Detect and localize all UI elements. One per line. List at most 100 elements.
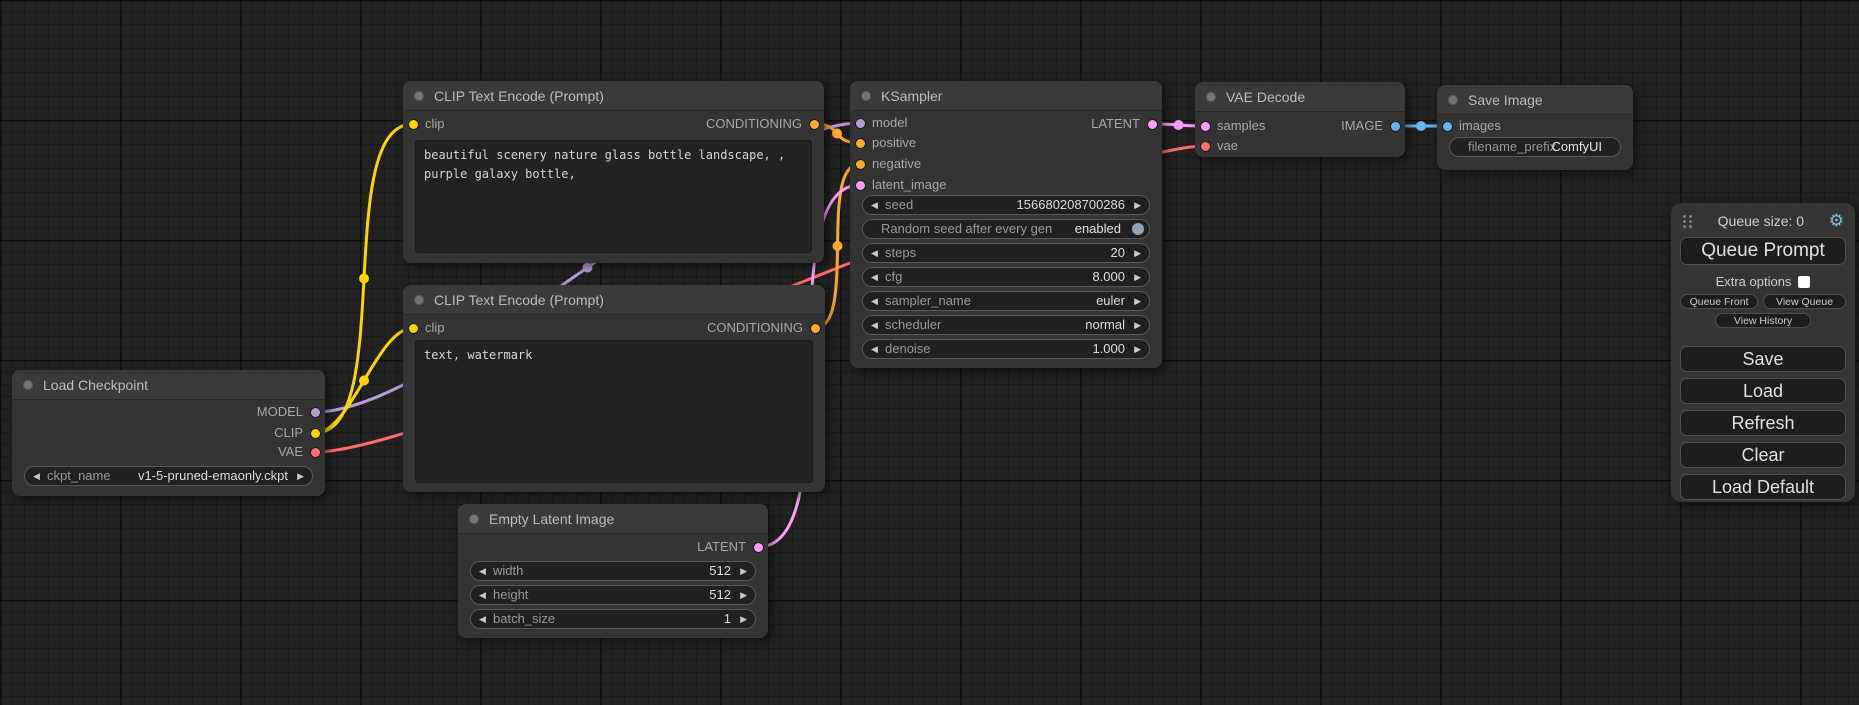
node-vae-decode[interactable]: VAE DecodesamplesvaeIMAGE <box>1195 82 1405 157</box>
decrement-arrow-icon[interactable]: ◀ <box>871 340 878 358</box>
input-slot-icon[interactable] <box>1201 122 1210 131</box>
load-default-button[interactable]: Load Default <box>1680 474 1846 500</box>
view-queue-button[interactable]: View Queue <box>1763 294 1846 309</box>
drag-handle-icon[interactable] <box>1682 214 1693 229</box>
output-slot-icon[interactable] <box>1148 120 1157 129</box>
output-port-conditioning[interactable]: CONDITIONING <box>572 318 825 338</box>
collapse-dot-icon[interactable] <box>861 91 871 101</box>
node-titlebar[interactable]: KSampler <box>850 81 1162 111</box>
widget-random-seed-after-every-gen[interactable]: Random seed after every genenabled <box>862 219 1150 239</box>
output-port-model[interactable]: MODEL <box>137 402 325 422</box>
increment-arrow-icon[interactable]: ▶ <box>1134 196 1141 214</box>
node-clip-text-encode-positive[interactable]: CLIP Text Encode (Prompt)clipCONDITIONIN… <box>403 81 824 263</box>
save-button[interactable]: Save <box>1680 346 1846 372</box>
widget-sampler-name[interactable]: ◀▶sampler_nameeuler <box>862 291 1150 311</box>
decrement-arrow-icon[interactable]: ◀ <box>871 244 878 262</box>
decrement-arrow-icon[interactable]: ◀ <box>871 292 878 310</box>
toggle-on-icon[interactable] <box>1132 223 1144 235</box>
gear-icon[interactable]: ⚙ <box>1829 214 1844 228</box>
clear-button[interactable]: Clear <box>1680 442 1846 468</box>
decrement-arrow-icon[interactable]: ◀ <box>33 467 40 485</box>
input-port-negative[interactable]: negative <box>850 154 1037 174</box>
widget-denoise[interactable]: ◀▶denoise1.000 <box>862 339 1150 359</box>
node-titlebar[interactable]: Load Checkpoint <box>12 370 325 400</box>
node-load-checkpoint[interactable]: Load CheckpointMODELCLIPVAE◀▶ckpt_namev1… <box>12 370 325 496</box>
output-slot-icon[interactable] <box>1391 122 1400 131</box>
widget-batch-size[interactable]: ◀▶batch_size1 <box>470 609 756 629</box>
output-slot-icon[interactable] <box>311 448 320 457</box>
output-port-vae[interactable]: VAE <box>137 442 325 462</box>
queue-prompt-button[interactable]: Queue Prompt <box>1680 237 1846 265</box>
decrement-arrow-icon[interactable]: ◀ <box>871 316 878 334</box>
collapse-dot-icon[interactable] <box>23 380 33 390</box>
input-port-positive[interactable]: positive <box>850 133 1037 153</box>
collapse-dot-icon[interactable] <box>469 514 479 524</box>
output-slot-icon[interactable] <box>311 408 320 417</box>
widget-ckpt-name[interactable]: ◀▶ckpt_namev1-5-pruned-emaonly.ckpt <box>24 466 313 486</box>
decrement-arrow-icon[interactable]: ◀ <box>871 268 878 286</box>
widget-scheduler[interactable]: ◀▶schedulernormal <box>862 315 1150 335</box>
node-titlebar[interactable]: VAE Decode <box>1195 82 1405 112</box>
collapse-dot-icon[interactable] <box>414 295 424 305</box>
node-titlebar[interactable]: CLIP Text Encode (Prompt) <box>403 81 824 111</box>
node-ksampler[interactable]: KSamplermodelpositivenegativelatent_imag… <box>850 81 1162 368</box>
comfyui-canvas[interactable]: { "canvas": {"width": 1859, "height": 70… <box>0 0 1859 705</box>
output-port-latent[interactable]: LATENT <box>582 537 768 557</box>
node-titlebar[interactable]: CLIP Text Encode (Prompt) <box>403 285 825 315</box>
input-slot-icon[interactable] <box>856 119 865 128</box>
decrement-arrow-icon[interactable]: ◀ <box>479 562 486 580</box>
input-slot-icon[interactable] <box>1201 142 1210 151</box>
widget-width[interactable]: ◀▶width512 <box>470 561 756 581</box>
collapse-dot-icon[interactable] <box>414 91 424 101</box>
output-slot-icon[interactable] <box>754 543 763 552</box>
increment-arrow-icon[interactable]: ▶ <box>1134 244 1141 262</box>
widget-seed[interactable]: ◀▶seed156680208700286 <box>862 195 1150 215</box>
output-port-conditioning[interactable]: CONDITIONING <box>571 114 824 134</box>
output-slot-icon[interactable] <box>311 429 320 438</box>
node-titlebar[interactable]: Save Image <box>1437 85 1633 115</box>
increment-arrow-icon[interactable]: ▶ <box>1134 340 1141 358</box>
output-slot-icon[interactable] <box>810 120 819 129</box>
extra-options-checkbox[interactable] <box>1798 276 1810 288</box>
input-slot-icon[interactable] <box>409 120 418 129</box>
increment-arrow-icon[interactable]: ▶ <box>1134 268 1141 286</box>
prompt-textarea[interactable]: text, watermark <box>415 340 813 483</box>
input-slot-icon[interactable] <box>856 160 865 169</box>
output-port-latent[interactable]: LATENT <box>975 114 1162 134</box>
input-slot-icon[interactable] <box>856 181 865 190</box>
node-empty-latent-image[interactable]: Empty Latent ImageLATENT◀▶width512◀▶heig… <box>458 504 768 638</box>
output-port-image[interactable]: IMAGE <box>1279 116 1405 136</box>
load-button[interactable]: Load <box>1680 378 1846 404</box>
decrement-arrow-icon[interactable]: ◀ <box>479 610 486 628</box>
node-save-image[interactable]: Save Imageimagesfilename_prefixComfyUI <box>1437 85 1633 170</box>
decrement-arrow-icon[interactable]: ◀ <box>871 196 878 214</box>
input-slot-icon[interactable] <box>856 139 865 148</box>
increment-arrow-icon[interactable]: ▶ <box>297 467 304 485</box>
increment-arrow-icon[interactable]: ▶ <box>1134 316 1141 334</box>
refresh-button[interactable]: Refresh <box>1680 410 1846 436</box>
widget-cfg[interactable]: ◀▶cfg8.000 <box>862 267 1150 287</box>
decrement-arrow-icon[interactable]: ◀ <box>479 586 486 604</box>
output-slot-icon[interactable] <box>811 324 820 333</box>
increment-arrow-icon[interactable]: ▶ <box>740 562 747 580</box>
node-titlebar[interactable]: Empty Latent Image <box>458 504 768 534</box>
increment-arrow-icon[interactable]: ▶ <box>740 610 747 628</box>
node-clip-text-encode-negative[interactable]: CLIP Text Encode (Prompt)clipCONDITIONIN… <box>403 285 825 492</box>
input-slot-icon[interactable] <box>1443 122 1452 131</box>
queue-front-button[interactable]: Queue Front <box>1680 294 1758 309</box>
input-port-images[interactable]: images <box>1437 116 1555 136</box>
increment-arrow-icon[interactable]: ▶ <box>740 586 747 604</box>
input-port-vae[interactable]: vae <box>1195 136 1321 156</box>
collapse-dot-icon[interactable] <box>1206 92 1216 102</box>
widget-height[interactable]: ◀▶height512 <box>470 585 756 605</box>
collapse-dot-icon[interactable] <box>1448 95 1458 105</box>
input-slot-icon[interactable] <box>409 324 418 333</box>
widget-steps[interactable]: ◀▶steps20 <box>862 243 1150 263</box>
view-history-button[interactable]: View History <box>1715 313 1811 328</box>
input-port-latent_image[interactable]: latent_image <box>850 175 1037 195</box>
widget-filename-prefix[interactable]: filename_prefixComfyUI <box>1449 137 1621 157</box>
queue-panel[interactable]: Queue size: 0 ⚙ Queue Prompt Extra optio… <box>1671 203 1855 502</box>
prompt-textarea[interactable]: beautiful scenery nature glass bottle la… <box>415 140 812 253</box>
output-port-clip[interactable]: CLIP <box>137 423 325 443</box>
increment-arrow-icon[interactable]: ▶ <box>1134 292 1141 310</box>
